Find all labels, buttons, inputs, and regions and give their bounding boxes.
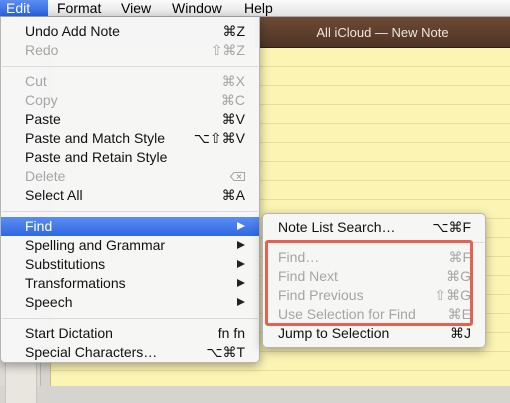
menu-item-jump-to-selection[interactable]: Jump to Selection ⌘J bbox=[263, 324, 485, 343]
menu-window[interactable]: Window bbox=[172, 0, 222, 16]
menu-item-label: Start Dictation bbox=[25, 325, 113, 341]
menu-view[interactable]: View bbox=[121, 0, 151, 16]
menu-item-substitutions[interactable]: Substitutions bbox=[1, 255, 259, 274]
shortcut-label: ⌥⇧⌘V bbox=[193, 130, 245, 146]
shortcut-label: ⌘Z bbox=[222, 23, 245, 39]
menu-item-find[interactable]: Find bbox=[1, 217, 259, 236]
shortcut-label: ⌘A bbox=[221, 187, 245, 203]
menu-item-label: Note List Search… bbox=[278, 219, 396, 235]
menu-item-paste-and-retain-style[interactable]: Paste and Retain Style bbox=[1, 148, 259, 167]
menu-edit[interactable]: Edit bbox=[0, 0, 48, 16]
menu-item-start-dictation[interactable]: Start Dictation fn fn bbox=[1, 324, 259, 343]
menu-item-label: Copy bbox=[25, 92, 58, 108]
shortcut-label: ⌘C bbox=[220, 92, 245, 108]
menu-format[interactable]: Format bbox=[57, 0, 101, 16]
submenu-arrow-icon bbox=[237, 241, 245, 249]
edit-menu: Undo Add Note ⌘Z Redo ⇧⌘Z Cut ⌘X Copy ⌘C… bbox=[0, 17, 260, 363]
window-titlebar: All iCloud — New Note bbox=[255, 17, 510, 48]
menu-item-label: Spelling and Grammar bbox=[25, 237, 166, 253]
submenu-arrow-icon bbox=[237, 222, 245, 230]
menu-item-label: Find bbox=[25, 218, 53, 234]
menu-separator bbox=[2, 66, 258, 67]
menu-item-special-characters[interactable]: Special Characters… ⌥⌘T bbox=[1, 343, 259, 362]
menu-item-copy: Copy ⌘C bbox=[1, 91, 259, 110]
menu-item-delete: Delete bbox=[1, 167, 259, 186]
menu-item-label: Paste and Retain Style bbox=[25, 149, 168, 165]
menu-item-paste-and-match-style[interactable]: Paste and Match Style ⌥⇧⌘V bbox=[1, 129, 259, 148]
menu-item-label: Undo Add Note bbox=[25, 23, 120, 39]
menu-item-label: Cut bbox=[25, 73, 47, 89]
submenu-arrow-icon bbox=[237, 298, 245, 306]
menu-item-speech[interactable]: Speech bbox=[1, 293, 259, 312]
menu-item-label: Paste bbox=[25, 111, 61, 127]
menu-help[interactable]: Help bbox=[244, 0, 273, 16]
menu-item-label: Redo bbox=[25, 42, 59, 58]
window-title: All iCloud — New Note bbox=[316, 25, 449, 40]
menu-bar: Edit Format View Window Help bbox=[0, 0, 510, 17]
menu-item-redo: Redo ⇧⌘Z bbox=[1, 41, 259, 60]
menu-item-label: Jump to Selection bbox=[278, 325, 390, 341]
shortcut-label: fn fn bbox=[217, 325, 245, 341]
shortcut-label: ⌘X bbox=[221, 73, 245, 89]
menu-item-label: Transformations bbox=[25, 275, 126, 291]
menu-separator bbox=[2, 318, 258, 319]
menu-item-select-all[interactable]: Select All ⌘A bbox=[1, 186, 259, 205]
menu-item-label: Paste and Match Style bbox=[25, 130, 166, 146]
menu-item-note-list-search[interactable]: Note List Search… ⌥⌘F bbox=[263, 218, 485, 237]
menu-item-label: Speech bbox=[25, 294, 73, 310]
menu-separator bbox=[2, 211, 258, 212]
shortcut-label: ⇧⌘Z bbox=[210, 42, 245, 58]
menu-item-label: Special Characters… bbox=[25, 344, 158, 360]
shortcut-label: ⌘V bbox=[221, 111, 245, 127]
menu-item-cut: Cut ⌘X bbox=[1, 72, 259, 91]
menu-item-transformations[interactable]: Transformations bbox=[1, 274, 259, 293]
menu-item-label: Select All bbox=[25, 187, 83, 203]
submenu-arrow-icon bbox=[237, 279, 245, 287]
menu-item-label: Substitutions bbox=[25, 256, 106, 272]
menu-item-undo-add-note[interactable]: Undo Add Note ⌘Z bbox=[1, 22, 259, 41]
menu-item-spelling-and-grammar[interactable]: Spelling and Grammar bbox=[1, 236, 259, 255]
menu-item-paste[interactable]: Paste ⌘V bbox=[1, 110, 259, 129]
submenu-arrow-icon bbox=[237, 260, 245, 268]
annotation-highlight-box bbox=[265, 240, 473, 326]
shortcut-label: ⌘J bbox=[450, 325, 471, 341]
shortcut-label: ⌥⌘T bbox=[206, 344, 245, 360]
delete-key-icon bbox=[230, 172, 245, 181]
shortcut-label: ⌥⌘F bbox=[432, 219, 471, 235]
menu-item-label: Delete bbox=[25, 168, 66, 184]
